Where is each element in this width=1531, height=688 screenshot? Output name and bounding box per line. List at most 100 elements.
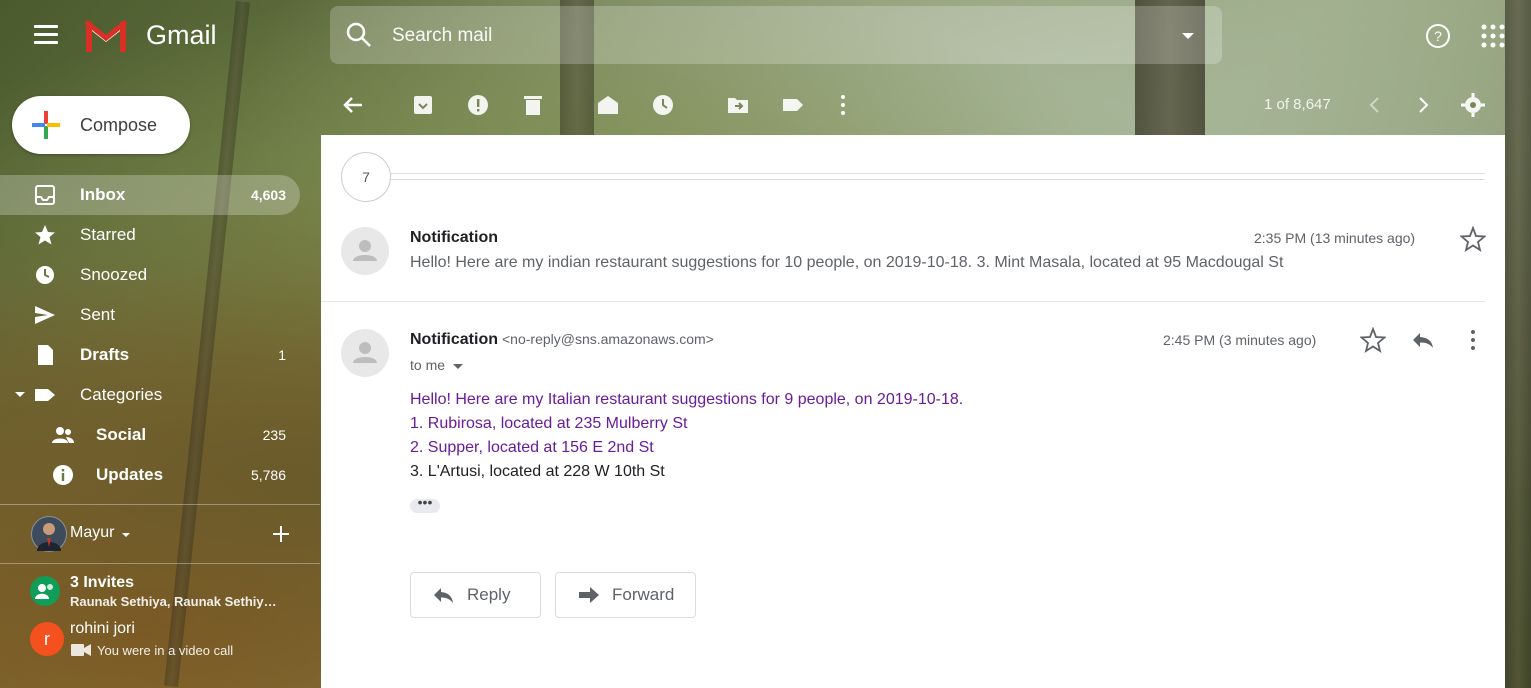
message-time: 2:45 PM (3 minutes ago) [1163, 332, 1317, 348]
sidebar-item-label: Sent [80, 305, 115, 324]
message-separator [321, 301, 1485, 302]
forward-icon [579, 587, 599, 603]
archive-icon[interactable] [410, 92, 436, 118]
sender-name[interactable]: Notification <no-reply@sns.amazonaws.com> [410, 331, 714, 349]
search-options-icon[interactable] [1182, 33, 1194, 39]
star-icon[interactable] [1460, 226, 1486, 252]
sidebar-item-sent[interactable]: Sent [0, 295, 300, 335]
sidebar-item-label: Categories [80, 385, 163, 404]
gmail-logo-icon[interactable] [82, 16, 130, 56]
app-name: Gmail [146, 20, 217, 50]
sidebar-item-label: Inbox [80, 185, 126, 204]
search-icon[interactable] [344, 20, 374, 50]
collapsed-messages-count[interactable]: 7 [341, 152, 391, 202]
collapsed-line [389, 173, 1485, 174]
sender-name[interactable]: Notification [410, 229, 498, 247]
sidebar-item-label: Drafts [80, 345, 130, 364]
sender-avatar [341, 329, 389, 377]
avatar[interactable] [31, 516, 67, 552]
more-vert-icon[interactable] [830, 92, 856, 118]
contact-status: You were in a video call [97, 643, 234, 658]
add-contact-icon[interactable] [273, 526, 289, 542]
sidebar-item-drafts[interactable]: Drafts 1 [0, 335, 300, 375]
newer-chevron-icon[interactable] [1362, 92, 1388, 118]
delete-icon[interactable] [520, 92, 546, 118]
label-icon[interactable] [780, 92, 806, 118]
sidebar-item-inbox[interactable]: Inbox 4,603 [0, 175, 300, 215]
sidebar-item-snoozed[interactable]: Snoozed [0, 255, 300, 295]
invites-subtitle: Raunak Sethiya, Raunak Sethiy… [70, 594, 277, 609]
send-icon [35, 306, 55, 324]
forward-label: Forward [612, 585, 675, 604]
contact-avatar[interactable]: r [30, 622, 64, 656]
expand-caret-icon[interactable] [15, 392, 25, 397]
invites-avatar[interactable] [30, 576, 60, 606]
sender-name-text[interactable]: Notification [410, 331, 498, 348]
inbox-icon [35, 185, 55, 205]
message-panel: 7 Notification 2:35 PM (13 minutes ago) … [321, 135, 1505, 688]
sidebar-item-label: Updates [96, 465, 164, 484]
sidebar-item-updates[interactable]: Updates 5,786 [0, 455, 300, 495]
recipients-text: to me [410, 357, 446, 373]
compose-button[interactable]: Compose [12, 96, 190, 154]
label-icon [35, 389, 55, 401]
reply-icon[interactable] [1410, 327, 1436, 353]
sidebar-item-starred[interactable]: Starred [0, 215, 300, 255]
message-snippet[interactable]: Hello! Here are my indian restaurant sug… [410, 254, 1283, 272]
sidebar-item-count: 235 [262, 427, 286, 443]
back-arrow-icon[interactable] [340, 92, 366, 118]
sidebar-item-social[interactable]: Social 235 [0, 415, 300, 455]
sidebar-item-label: Social [96, 425, 147, 444]
contact-name[interactable]: rohini jori [70, 620, 135, 638]
sidebar-item-count: 5,786 [250, 467, 286, 483]
sidebar-divider [0, 504, 320, 505]
reply-label: Reply [467, 585, 511, 604]
forward-button[interactable]: Forward [555, 572, 696, 618]
sidebar-item-label: Snoozed [80, 265, 148, 284]
reply-button[interactable]: Reply [410, 572, 541, 618]
info-icon [53, 465, 73, 485]
show-trimmed-content-button[interactable]: ••• [410, 495, 440, 513]
apps-grid-icon[interactable] [1481, 24, 1505, 48]
sender-avatar [341, 227, 389, 275]
compose-plus-icon [32, 111, 60, 139]
message-body-line: 3. L'Artusi, located at 228 W 10th St [410, 463, 665, 480]
clock-icon [36, 266, 54, 284]
recipients-toggle[interactable]: to me [410, 357, 464, 373]
older-chevron-icon[interactable] [1410, 92, 1436, 118]
video-call-icon [71, 644, 91, 656]
more-vert-icon[interactable] [1460, 327, 1486, 353]
move-to-icon[interactable] [725, 92, 751, 118]
sidebar-divider [0, 563, 320, 564]
pager-text: 1 of 8,647 [1264, 96, 1331, 113]
star-icon[interactable] [1360, 327, 1386, 353]
snooze-icon[interactable] [650, 92, 676, 118]
star-icon [35, 225, 55, 245]
search-bar[interactable] [330, 6, 1222, 64]
reply-icon [434, 588, 453, 603]
settings-gear-icon[interactable] [1460, 92, 1486, 118]
help-icon[interactable]: ? [1424, 22, 1452, 50]
report-spam-icon[interactable] [465, 92, 491, 118]
top-bar: Gmail ? [0, 0, 1531, 72]
sidebar-item-count: 4,603 [250, 187, 286, 203]
sidebar-item-count: 1 [278, 347, 286, 363]
message-body-line: 1. Rubirosa, located at 235 Mulberry St [410, 415, 688, 432]
status-caret-icon[interactable] [122, 533, 130, 537]
svg-text:?: ? [1434, 28, 1442, 44]
group-icon [35, 584, 53, 599]
sender-email: <no-reply@sns.amazonaws.com> [502, 331, 714, 347]
sidebar-item-label: Starred [80, 225, 136, 244]
main-menu-button[interactable] [28, 20, 64, 52]
sidebar-item-categories[interactable]: Categories [0, 375, 300, 415]
user-photo-icon [37, 523, 61, 551]
search-input[interactable] [390, 19, 1154, 53]
default-avatar-icon [353, 240, 377, 261]
invites-title[interactable]: 3 Invites [70, 574, 134, 592]
recipients-caret-icon[interactable] [453, 363, 464, 369]
message-body-line: Hello! Here are my Italian restaurant su… [410, 391, 964, 408]
compose-label: Compose [80, 115, 158, 135]
mark-unread-icon[interactable] [595, 92, 621, 118]
collapsed-line [389, 179, 1485, 180]
hangouts-user-name[interactable]: Mayur [70, 524, 114, 542]
